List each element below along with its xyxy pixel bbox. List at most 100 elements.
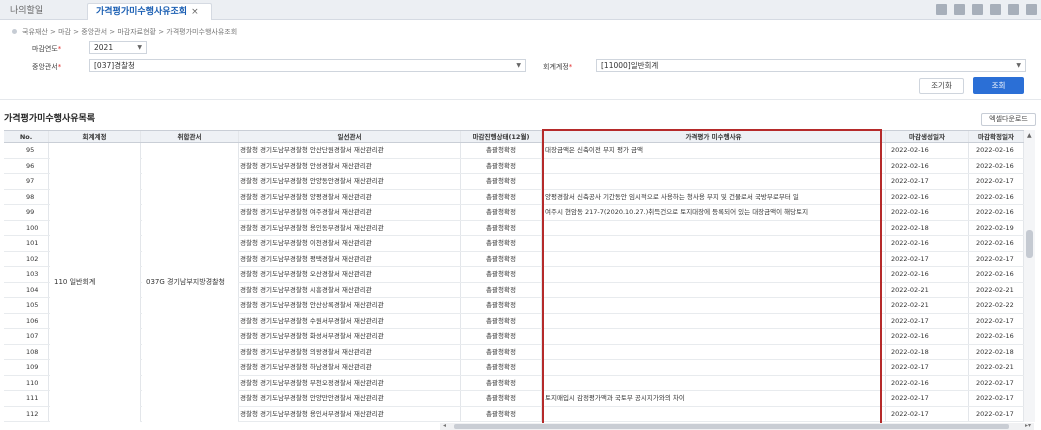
col-header-org[interactable]: 취합관서: [141, 131, 239, 142]
cell-status: 총괄청확정: [461, 251, 542, 266]
cell-status: 총괄청확정: [461, 158, 542, 173]
layout-split-icon[interactable]: [936, 4, 947, 15]
col-header-no[interactable]: No.: [4, 131, 49, 142]
layout-left-icon[interactable]: [954, 4, 965, 15]
cell-branch: 경찰청 경기도남부경찰청 안성경찰서 재산관리관: [239, 158, 461, 173]
cell-status: 총괄청확정: [461, 143, 542, 158]
col-header-account[interactable]: 회계계정: [49, 131, 141, 142]
cell-no: 99: [4, 205, 49, 220]
cell-branch: 경찰청 경기도남부경찰청 오산경찰서 재산관리관: [239, 267, 461, 282]
cell-no: 96: [4, 158, 49, 173]
cell-created-date: 2022-02-16: [886, 329, 969, 344]
cell-branch: 경찰청 경기도남부경찰청 수원서부경찰서 재산관리관: [239, 313, 461, 328]
cell-status: 총괄청확정: [461, 298, 542, 313]
cell-reason: 대장금액은 신축이전 부지 평가 금액: [542, 143, 886, 158]
col-header-reason[interactable]: 가격평가 미수행사유: [542, 131, 886, 142]
cell-status: 총괄청확정: [461, 220, 542, 235]
cell-reason: 토지매입시 감정평가액과 국토부 공시지가와의 차이: [542, 391, 886, 406]
cell-confirmed-date: 2022-02-18: [969, 344, 1024, 359]
cell-no: 97: [4, 174, 49, 189]
scroll-left-icon[interactable]: ◂: [443, 422, 446, 429]
vertical-scrollbar[interactable]: ▲: [1024, 130, 1035, 422]
cell-branch: 경찰청 경기도남부경찰청 하남경찰서 재산관리관: [239, 360, 461, 375]
list-title: 가격평가미수행사유목록: [4, 114, 96, 124]
scroll-thumb[interactable]: [454, 424, 1009, 429]
cell-created-date: 2022-02-16: [886, 375, 969, 390]
cell-no: 101: [4, 236, 49, 251]
restore-icon[interactable]: [1008, 4, 1019, 15]
excel-download-button[interactable]: 엑셀다운로드: [981, 113, 1036, 126]
scroll-up-icon[interactable]: ▲: [1027, 132, 1032, 139]
cell-created-date: 2022-02-17: [886, 251, 969, 266]
cell-confirmed-date: 2022-02-16: [969, 205, 1024, 220]
chevron-down-icon: ▼: [516, 62, 521, 69]
cell-created-date: 2022-02-17: [886, 406, 969, 421]
cell-no: 95: [4, 143, 49, 158]
cell-created-date: 2022-02-21: [886, 298, 969, 313]
cell-branch: 경찰청 경기도남부경찰청 안산단원경찰서 재산관리관: [239, 143, 461, 158]
reset-button[interactable]: 조기화: [919, 78, 964, 94]
cell-reason: [542, 406, 886, 421]
horizontal-scrollbar[interactable]: ◂ ▸▾: [440, 422, 1034, 430]
cell-confirmed-date: 2022-02-16: [969, 236, 1024, 251]
cell-no: 110: [4, 375, 49, 390]
cell-reason: [542, 174, 886, 189]
cell-reason: [542, 236, 886, 251]
cell-branch: 경찰청 경기도남부경찰청 양평경찰서 재산관리관: [239, 189, 461, 204]
home-icon: [12, 29, 17, 34]
cell-status: 총괄청확정: [461, 267, 542, 282]
col-header-created-date[interactable]: 마감생성일자: [886, 131, 969, 142]
cell-created-date: 2022-02-17: [886, 313, 969, 328]
cell-created-date: 2022-02-17: [886, 174, 969, 189]
cell-no: 107: [4, 329, 49, 344]
scroll-thumb[interactable]: [1026, 230, 1033, 258]
col-header-branch[interactable]: 일선관서: [239, 131, 461, 142]
cell-reason: [542, 313, 886, 328]
cell-branch: 경찰청 경기도남부경찰청 안양만안경찰서 재산관리관: [239, 391, 461, 406]
col-header-status[interactable]: 마감진행상태(12월): [461, 131, 542, 142]
cell-no: 108: [4, 344, 49, 359]
cell-branch: 경찰청 경기도남부경찰청 용인동부경찰서 재산관리관: [239, 220, 461, 235]
year-select[interactable]: 2021 ▼: [89, 41, 147, 54]
merged-account-cell: 110 일반회계: [50, 144, 140, 422]
agency-select[interactable]: [037]경찰청 ▼: [89, 59, 526, 72]
close-all-icon[interactable]: [1026, 4, 1037, 15]
cell-reason: [542, 158, 886, 173]
cell-confirmed-date: 2022-02-16: [969, 329, 1024, 344]
cell-confirmed-date: 2022-02-22: [969, 298, 1024, 313]
scroll-right-icon[interactable]: ▸▾: [1025, 422, 1031, 429]
cell-confirmed-date: 2022-02-19: [969, 220, 1024, 235]
cell-created-date: 2022-02-16: [886, 189, 969, 204]
cell-branch: 경찰청 경기도남부경찰청 시흥경찰서 재산관리관: [239, 282, 461, 297]
layout-columns-icon[interactable]: [972, 4, 983, 15]
cell-status: 총괄청확정: [461, 205, 542, 220]
cell-reason: [542, 282, 886, 297]
cell-no: 105: [4, 298, 49, 313]
cell-branch: 경찰청 경기도남부경찰청 화성서부경찰서 재산관리관: [239, 329, 461, 344]
col-header-confirmed-date[interactable]: 마감확정일자: [969, 131, 1024, 142]
search-button[interactable]: 조회: [973, 77, 1024, 94]
layout-rows-icon[interactable]: [990, 4, 1001, 15]
close-icon[interactable]: ×: [191, 7, 199, 17]
cell-branch: 경찰청 경기도남부경찰청 평택경찰서 재산관리관: [239, 251, 461, 266]
cell-status: 총괄청확정: [461, 189, 542, 204]
cell-created-date: 2022-02-16: [886, 143, 969, 158]
cell-no: 100: [4, 220, 49, 235]
cell-reason: 여주시 현암동 217-7(2020.10.27.)취득건으로 토지대장에 등록…: [542, 205, 886, 220]
cell-status: 총괄청확정: [461, 174, 542, 189]
cell-status: 총괄청확정: [461, 313, 542, 328]
tab-my-tasks[interactable]: 나의할일: [2, 3, 51, 20]
cell-created-date: 2022-02-18: [886, 220, 969, 235]
tab-price-eval-reason[interactable]: 가격평가미수행사유조회 ×: [87, 3, 212, 20]
merged-org-cell: 037G 경기남부지방경찰청: [142, 144, 238, 422]
account-select[interactable]: [11000]일반회계 ▼: [596, 59, 1026, 72]
cell-status: 총괄청확정: [461, 344, 542, 359]
cell-reason: [542, 298, 886, 313]
cell-reason: [542, 329, 886, 344]
cell-no: 98: [4, 189, 49, 204]
cell-confirmed-date: 2022-02-21: [969, 282, 1024, 297]
cell-branch: 경찰청 경기도남부경찰청 의왕경찰서 재산관리관: [239, 344, 461, 359]
breadcrumb: 국유재산 > 마감 > 중앙관서 > 마감자료현황 > 가격평가미수행사유조회: [22, 28, 238, 36]
cell-confirmed-date: 2022-02-16: [969, 158, 1024, 173]
cell-reason: 양평경찰서 신축공사 기간동안 임시적으로 사용하는 청사용 부지 및 건물로서…: [542, 189, 886, 204]
